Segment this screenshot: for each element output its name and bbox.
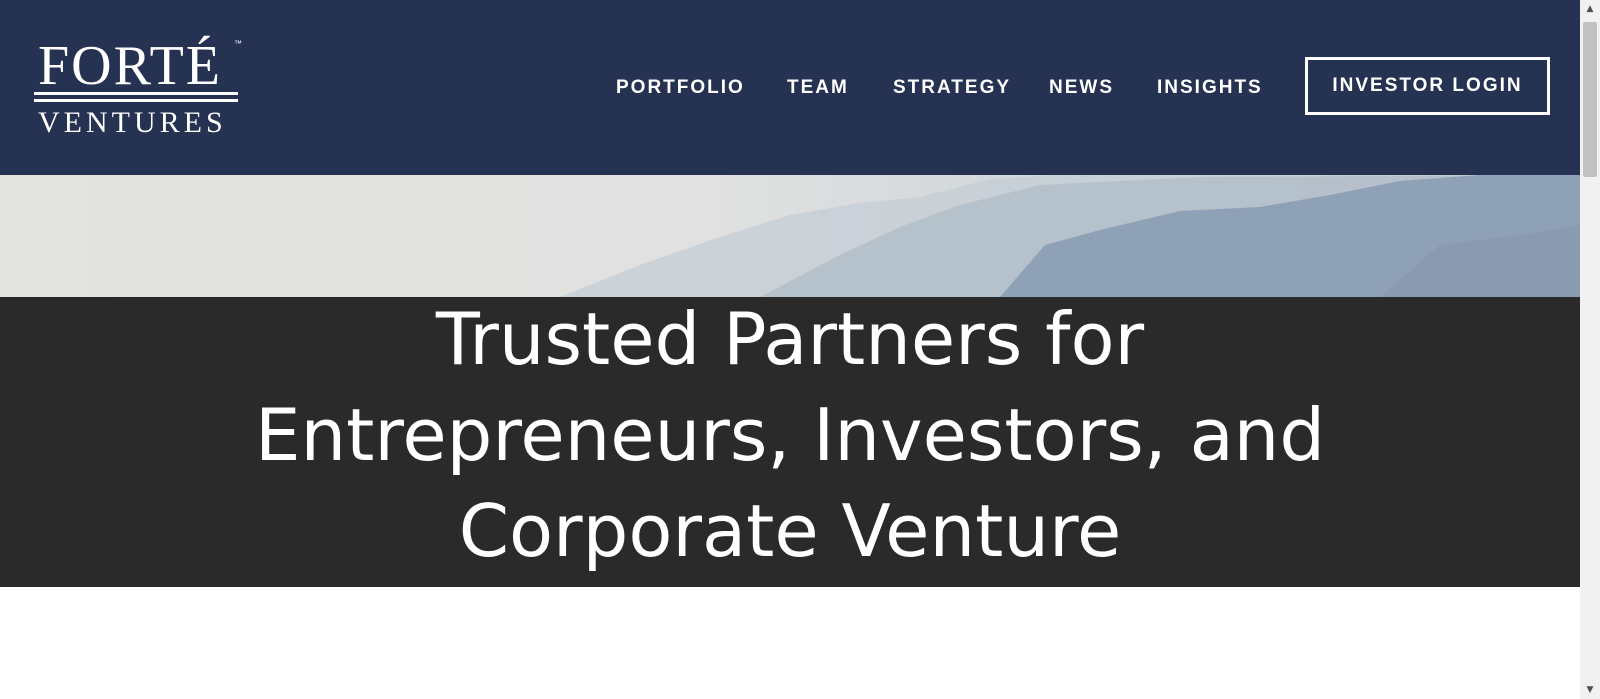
nav-item-portfolio[interactable]: PORTFOLIO	[616, 73, 745, 103]
nav-item-insights[interactable]: INSIGHTS	[1157, 73, 1263, 103]
scrollbar-thumb[interactable]	[1583, 22, 1597, 177]
investor-login-button[interactable]: INVESTOR LOGIN	[1305, 57, 1550, 115]
hero-title-line: Entrepreneurs, Investors, and	[254, 393, 1326, 478]
nav-item-news[interactable]: NEWS	[1049, 73, 1114, 103]
mountain-landscape-image	[0, 175, 1580, 297]
hero-title: Trusted Partners for Entrepreneurs, Inve…	[0, 291, 1580, 579]
vertical-scrollbar[interactable]: ▲ ▼	[1580, 0, 1600, 699]
logo-trademark: ™	[234, 39, 242, 48]
nav-item-strategy[interactable]: STRATEGY	[893, 73, 1011, 103]
logo-wordmark-ventures: VENTURES	[38, 106, 227, 139]
page-viewport: FORTÉ ™ VENTURES PORTFOLIO TEAM STRATEGY…	[0, 0, 1580, 699]
hero-banner: Trusted Partners for Entrepreneurs, Inve…	[0, 175, 1580, 587]
hero-title-line: Trusted Partners for	[435, 297, 1145, 382]
scroll-down-arrow-icon[interactable]: ▼	[1580, 681, 1600, 699]
scroll-up-arrow-icon[interactable]: ▲	[1580, 0, 1600, 18]
site-header: FORTÉ ™ VENTURES PORTFOLIO TEAM STRATEGY…	[0, 0, 1580, 175]
hero-title-line: Corporate Venture	[458, 489, 1122, 574]
nav-item-team[interactable]: TEAM	[787, 73, 849, 103]
